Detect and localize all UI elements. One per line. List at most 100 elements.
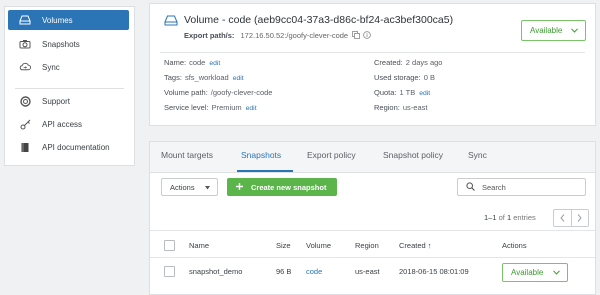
prev-page-button[interactable] [554, 210, 572, 226]
volume-drive-icon [19, 14, 31, 26]
key-icon [19, 118, 31, 130]
prop-name: Name: code edit [164, 58, 220, 67]
sidebar-item-sync[interactable]: Sync [8, 57, 129, 77]
column-header-region[interactable]: Region [355, 241, 379, 250]
sidebar-item-snapshots[interactable]: Snapshots [8, 34, 129, 54]
next-page-button[interactable] [572, 210, 589, 226]
sidebar-item-label: Support [42, 96, 71, 106]
prop-value: 0 B [423, 73, 435, 82]
chevron-down-icon [571, 26, 578, 35]
pagination-of: of [498, 213, 505, 222]
tab-bar: Mount targets Snapshots Export policy Sn… [150, 142, 595, 173]
snapshot-region: us-east [355, 267, 380, 276]
search-placeholder: Search [482, 182, 506, 192]
pagination-total: 1 [506, 213, 512, 222]
divider [150, 230, 595, 231]
sidebar-divider [15, 88, 124, 89]
prop-tags: Tags: sfs_workload edit [164, 73, 244, 82]
active-tab-indicator [237, 170, 293, 172]
info-icon[interactable] [363, 31, 372, 41]
tab-sync[interactable]: Sync [468, 150, 487, 160]
tab-snapshot-policy[interactable]: Snapshot policy [383, 150, 443, 160]
pagination-info: 1–1 of 1 entries [484, 213, 536, 222]
sidebar-item-api-documentation[interactable]: API documentation [8, 137, 129, 157]
column-header-created[interactable]: Created ↑ [399, 241, 432, 250]
snapshots-panel: Mount targets Snapshots Export policy Sn… [149, 141, 596, 295]
actions-dropdown[interactable]: Actions [161, 178, 218, 196]
chevron-down-icon [553, 268, 560, 277]
chevron-left-icon [560, 214, 565, 222]
divider [160, 52, 585, 53]
volume-drive-icon [164, 15, 178, 28]
prop-label: Used storage: [374, 73, 421, 82]
prop-used-storage: Used storage: 0 B [374, 73, 435, 82]
create-snapshot-button[interactable]: Create new snapshot [227, 178, 337, 196]
status-label: Available [530, 26, 563, 35]
prop-region: Region: us-east [374, 103, 427, 112]
edit-quota-link[interactable]: edit [419, 90, 430, 97]
sidebar-item-volumes[interactable]: Volumes [8, 10, 129, 30]
create-snapshot-label: Create new snapshot [251, 182, 327, 192]
pagination-suffix: entries [513, 213, 536, 222]
plus-icon [236, 182, 243, 192]
prop-label: Name: [164, 58, 187, 67]
book-icon [19, 141, 31, 153]
snapshot-volume-link[interactable]: code [306, 267, 322, 276]
caret-down-icon [205, 183, 210, 192]
volume-detail-card: Volume - code (aeb9cc04-37a3-d86c-bf24-a… [149, 3, 596, 126]
row-checkbox[interactable] [164, 266, 175, 277]
snapshot-name: snapshot_demo [189, 267, 243, 276]
prop-value: 2 days ago [405, 58, 443, 67]
export-path: Export path/s: 172.16.50.52:/goofy-cleve… [184, 31, 372, 41]
camera-icon [19, 38, 31, 50]
select-all-checkbox[interactable] [164, 240, 175, 251]
sidebar-item-support[interactable]: Support [8, 91, 129, 111]
prop-label: Quota: [374, 88, 397, 97]
volume-title: Volume - code (aeb9cc04-37a3-d86c-bf24-a… [184, 14, 454, 26]
prop-value: code [189, 58, 206, 67]
tab-mount-targets[interactable]: Mount targets [161, 150, 213, 160]
prop-label: Region: [374, 103, 400, 112]
column-header-name[interactable]: Name [189, 241, 209, 250]
sidebar-item-label: API documentation [42, 142, 110, 152]
prop-quota: Quota: 1 TB edit [374, 88, 430, 97]
snapshot-created: 2018-06-15 08:01:09 [399, 267, 469, 276]
column-header-size[interactable]: Size [276, 241, 291, 250]
lifebuoy-icon [19, 95, 31, 107]
sidebar-item-label: Snapshots [42, 39, 80, 49]
tab-export-policy[interactable]: Export policy [307, 150, 356, 160]
pagination-range: 1–1 [484, 213, 497, 222]
prop-service-level: Service level: Premium edit [164, 103, 257, 112]
sidebar-item-label: Volumes [42, 15, 73, 25]
search-input[interactable]: Search [457, 178, 586, 196]
prop-label: Tags: [164, 73, 182, 82]
sidebar-item-label: Sync [42, 62, 60, 72]
edit-tags-link[interactable]: edit [233, 75, 244, 82]
prop-value: /goofy-clever-code [210, 88, 273, 97]
search-icon [466, 181, 475, 193]
export-path-label: Export path/s: [184, 31, 235, 40]
chevron-right-icon [577, 214, 582, 222]
prop-label: Volume path: [164, 88, 208, 97]
snapshot-status-dropdown[interactable]: Available [502, 263, 568, 282]
snapshot-size: 96 B [276, 267, 292, 276]
divider [150, 257, 595, 258]
tab-snapshots[interactable]: Snapshots [241, 150, 281, 160]
edit-service-level-link[interactable]: edit [246, 105, 257, 112]
volume-status-dropdown[interactable]: Available [521, 20, 586, 41]
prop-value: Premium [211, 103, 242, 112]
prop-volume-path: Volume path:/goofy-clever-code [164, 88, 272, 97]
copy-icon[interactable] [352, 31, 361, 41]
prop-label: Created: [374, 58, 403, 67]
status-label: Available [511, 268, 544, 277]
column-header-actions: Actions [502, 241, 527, 250]
sidebar-item-api-access[interactable]: API access [8, 114, 129, 134]
prop-value: us-east [402, 103, 428, 112]
prop-value: 1 TB [399, 88, 416, 97]
column-header-volume[interactable]: Volume [306, 241, 331, 250]
edit-name-link[interactable]: edit [209, 60, 220, 67]
pagination-controls [553, 209, 589, 227]
prop-created: Created: 2 days ago [374, 58, 442, 67]
sidebar-item-label: API access [42, 119, 83, 129]
sidebar: Volumes Snapshots Sync Support API acces… [4, 6, 135, 166]
